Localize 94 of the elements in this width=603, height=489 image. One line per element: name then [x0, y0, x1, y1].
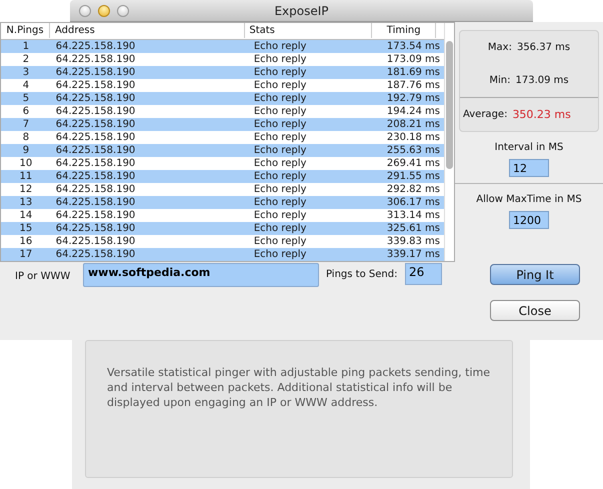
table-cell-text: 64.225.158.190: [54, 105, 136, 118]
table-cell-text: 3: [22, 66, 30, 79]
table-cell-text: Echo reply: [252, 248, 308, 261]
table-cell-text: 13: [18, 196, 34, 209]
table-cell-text: 187.76 ms: [386, 79, 441, 92]
column-header[interactable]: Timing: [372, 23, 436, 38]
table-cell-text: 306.17 ms: [386, 196, 441, 209]
scrollbar[interactable]: [446, 41, 453, 169]
input-field[interactable]: 26: [405, 263, 442, 285]
input-field[interactable]: 1200: [509, 211, 549, 229]
table-cell-text: Echo reply: [252, 40, 308, 53]
table-cell-text: 64.225.158.190: [54, 79, 136, 92]
table-cell-text: 173.54 ms: [386, 40, 441, 53]
table-cell-text: 4: [22, 79, 30, 92]
stat-value: 356.37 ms: [516, 42, 570, 53]
field-label: Allow MaxTime in MS: [476, 194, 582, 205]
table-cell-text: 64.225.158.190: [54, 144, 136, 157]
table-cell-text: Echo reply: [252, 131, 308, 144]
field-label: Interval in MS: [494, 142, 564, 153]
table-cell-text: 325.61 ms: [386, 222, 441, 235]
table-cell-text: 194.24 ms: [386, 105, 441, 118]
column-header[interactable]: Stats: [245, 23, 372, 38]
table-cell-text: Echo reply: [252, 105, 308, 118]
table-cell-text: Echo reply: [252, 170, 308, 183]
table-cell-text: 64.225.158.190: [54, 131, 136, 144]
table-cell-text: Echo reply: [252, 222, 308, 235]
table-cell-text: 16: [18, 235, 34, 248]
table-cell-text: 64.225.158.190: [54, 248, 136, 261]
table-cell-text: 291.55 ms: [386, 170, 441, 183]
table-cell-text: 11: [18, 170, 34, 183]
table-cell-text: 1: [22, 40, 30, 53]
table-cell-text: Echo reply: [252, 66, 308, 79]
table-cell-text: 181.69 ms: [386, 66, 441, 79]
table-cell-text: 14: [18, 209, 34, 222]
table-cell-text: 64.225.158.190: [54, 235, 136, 248]
table-cell-text: 255.63 ms: [386, 144, 441, 157]
table-cell-text: 339.17 ms: [386, 248, 441, 261]
table-cell-text: 230.18 ms: [386, 131, 441, 144]
table-cell-text: 339.83 ms: [386, 235, 441, 248]
table-cell-text: 64.225.158.190: [54, 40, 136, 53]
table-cell-text: 173.09 ms: [386, 53, 441, 66]
stat-label: Average:: [463, 109, 508, 120]
table-cell-text: 17: [18, 248, 34, 261]
table-cell-text: Echo reply: [252, 235, 308, 248]
input-field[interactable]: www.softpedia.com: [83, 263, 319, 287]
table-cell-text: 9: [22, 144, 30, 157]
input-field[interactable]: 12: [509, 159, 549, 177]
table-cell-text: 2: [22, 53, 30, 66]
table-cell-text: 192.79 ms: [386, 92, 441, 105]
window-close-button[interactable]: [79, 4, 91, 16]
column-header[interactable]: Address: [50, 23, 246, 38]
table-cell-text: 64.225.158.190: [54, 66, 136, 79]
table-cell-text: 208.21 ms: [386, 118, 441, 131]
window-zoom-button[interactable]: [117, 4, 129, 16]
stat-value: 173.09 ms: [516, 75, 569, 86]
ping-button[interactable]: Ping It: [490, 264, 580, 285]
table-cell-text: 64.225.158.190: [54, 170, 136, 183]
close-button[interactable]: Close: [490, 300, 580, 321]
table-cell-text: 15: [18, 222, 34, 235]
table-cell-text: 64.225.158.190: [54, 157, 136, 170]
table-cell-text: 10: [18, 157, 34, 170]
table-cell-text: Echo reply: [252, 118, 308, 131]
table-cell-text: 64.225.158.190: [54, 196, 136, 209]
table-cell-text: 313.14 ms: [386, 209, 441, 222]
table-cell-text: Echo reply: [252, 79, 308, 92]
table-cell-text: Echo reply: [252, 144, 308, 157]
table-cell-text: Echo reply: [252, 209, 308, 222]
table-cell-text: 7: [22, 118, 30, 131]
table-cell-text: Echo reply: [252, 196, 308, 209]
table-cell-text: 12: [18, 183, 34, 196]
field-label: Pings to Send:: [326, 269, 398, 280]
window-title: ExposeIP: [274, 4, 329, 18]
table-cell-text: 269.41 ms: [386, 157, 441, 170]
table-cell-text: Echo reply: [252, 157, 308, 170]
column-header[interactable]: N.Pings: [1, 23, 50, 38]
table-cell-text: 8: [22, 131, 30, 144]
window-minimize-button[interactable]: [98, 4, 110, 16]
table-cell-text: 5: [22, 92, 30, 105]
table-cell-text: Echo reply: [252, 53, 308, 66]
table-cell-text: 292.82 ms: [386, 183, 441, 196]
table-cell-text: 64.225.158.190: [54, 183, 136, 196]
stat-label: Min:: [489, 75, 510, 86]
field-label: IP or WWW: [15, 271, 72, 282]
average-value: 350.23 ms: [512, 108, 571, 121]
table-cell-text: Echo reply: [252, 92, 308, 105]
table-cell-text: 64.225.158.190: [54, 209, 136, 222]
table-cell-text: 64.225.158.190: [54, 222, 136, 235]
table-cell-text: 64.225.158.190: [54, 53, 136, 66]
stat-label: Max:: [488, 42, 512, 53]
table-cell-text: 64.225.158.190: [54, 92, 136, 105]
table-cell-text: 6: [22, 105, 30, 118]
info-panel: Versatile statistical pinger with adjustable ping packets sending, time and interval between packets. Additional statistical info will be displayed upon engaging an IP or WWW address.: [85, 340, 513, 478]
table-cell-text: Echo reply: [252, 183, 308, 196]
table-cell-text: 64.225.158.190: [54, 118, 136, 131]
